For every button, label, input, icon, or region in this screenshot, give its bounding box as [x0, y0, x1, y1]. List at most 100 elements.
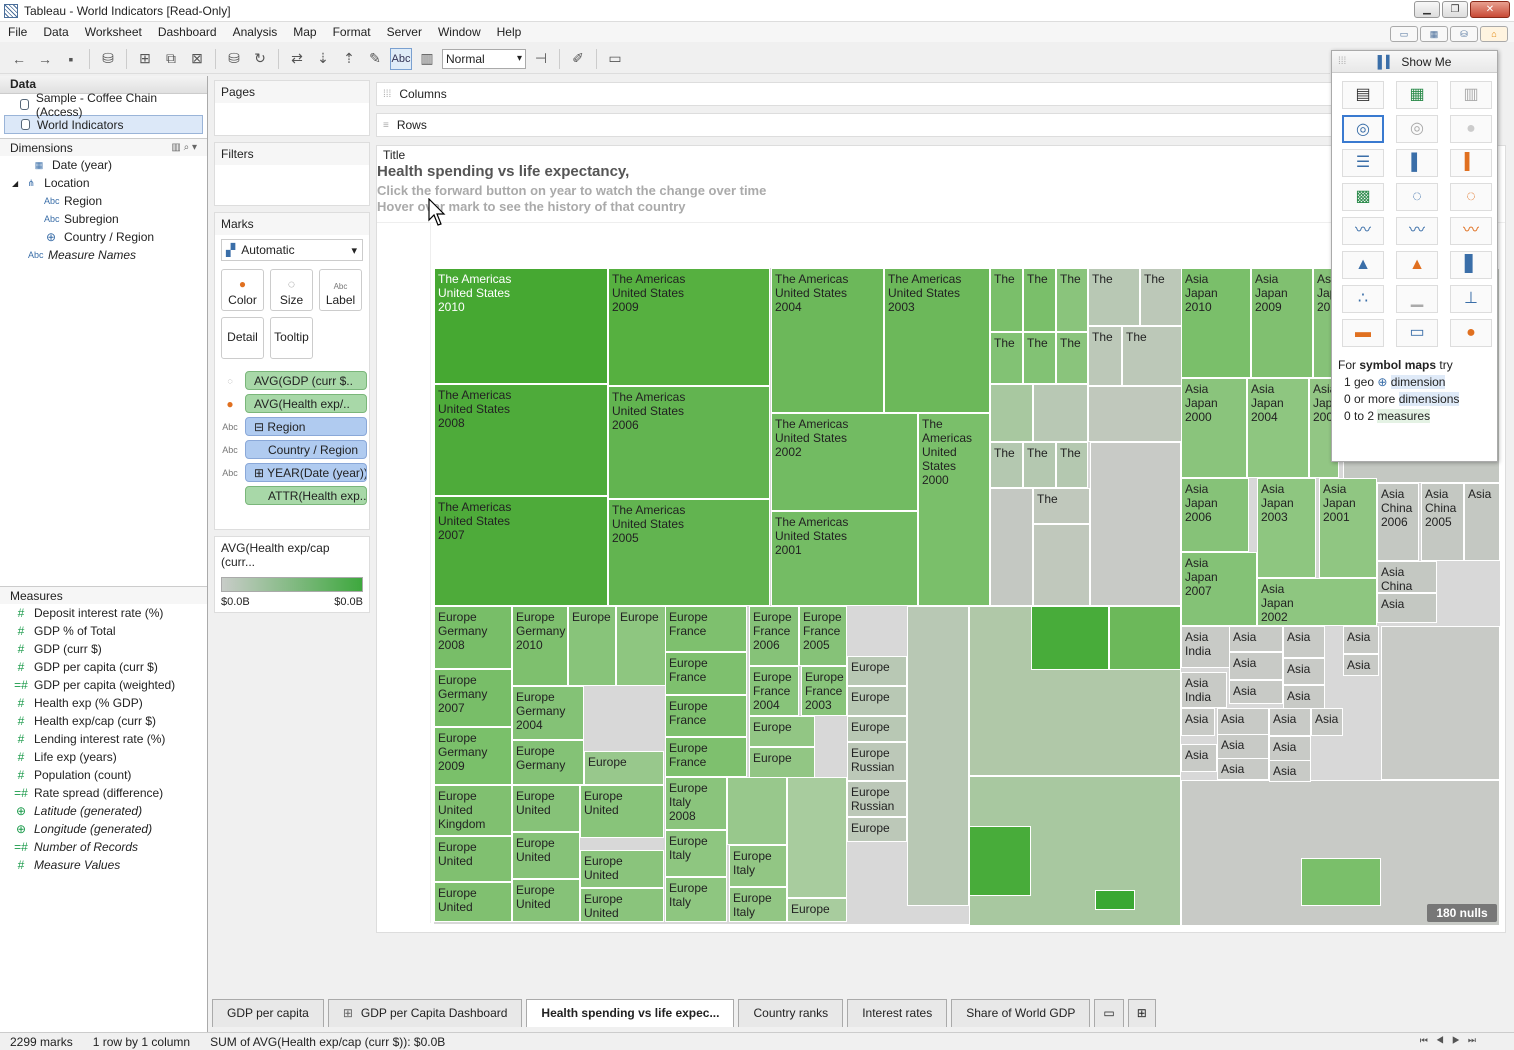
dimension-location[interactable]: ◢ ⋔ Location: [0, 174, 207, 192]
treemap-cell[interactable]: The: [1122, 326, 1182, 386]
treemap-cell[interactable]: Europe United: [512, 785, 580, 832]
treemap-cell[interactable]: The Americas United States 2007: [434, 496, 608, 606]
view-sheet-icon[interactable]: ▭: [1390, 26, 1418, 42]
view-start-icon[interactable]: ⌂: [1480, 26, 1508, 42]
treemap-cell[interactable]: Europe: [568, 606, 616, 686]
show-me-pie-chart-icon[interactable]: ●: [1450, 115, 1492, 143]
minimize-button[interactable]: ▁: [1414, 1, 1440, 18]
treemap-cell[interactable]: Asia: [1229, 652, 1283, 680]
pill-year[interactable]: ⊞ YEAR(Date (year)): [245, 463, 367, 482]
pill-region[interactable]: ⊟ Region: [245, 417, 367, 436]
pill-attr-health-exp[interactable]: ATTR(Health exp..: [245, 486, 367, 505]
menu-map[interactable]: Map: [285, 25, 324, 39]
treemap-cell[interactable]: Europe Germany 2007: [434, 669, 512, 727]
chart-options-icon[interactable]: ▥: [416, 48, 438, 70]
nulls-indicator[interactable]: 180 nulls: [1427, 904, 1497, 922]
treemap-cell[interactable]: Asia: [1283, 658, 1325, 685]
treemap-cell[interactable]: Europe Germany 2010: [512, 606, 568, 686]
view-sorter-icon[interactable]: ▦: [1420, 26, 1448, 42]
treemap-cell[interactable]: Europe Italy 2008: [665, 777, 727, 830]
treemap-cell[interactable]: Europe United: [512, 879, 580, 922]
menu-file[interactable]: File: [0, 25, 35, 39]
treemap-cell[interactable]: Europe: [847, 817, 907, 842]
treemap-cell[interactable]: Asia: [1343, 626, 1379, 654]
sort-ascending-icon[interactable]: ⇣: [312, 48, 334, 70]
view-data-icon[interactable]: ⛁: [1450, 26, 1478, 42]
auto-update-icon[interactable]: ⛁: [223, 48, 245, 70]
treemap-cell[interactable]: Europe United: [580, 888, 664, 922]
show-me-histogram-icon[interactable]: ▁: [1396, 285, 1438, 313]
measure-gdp-per-capita[interactable]: # GDP per capita (curr $): [0, 658, 207, 676]
filters-shelf[interactable]: Filters: [214, 142, 370, 206]
treemap-cell[interactable]: The Americas United States 2001: [771, 511, 918, 606]
treemap-cell[interactable]: The: [1023, 268, 1056, 332]
detail-button[interactable]: Detail: [221, 317, 264, 359]
treemap-cell[interactable]: The Americas United States 2000: [918, 413, 990, 606]
tab-interest-rates[interactable]: Interest rates: [847, 999, 948, 1027]
show-me-lines-continuous-icon[interactable]: 〰: [1342, 217, 1384, 245]
show-me-horizontal-bars-icon[interactable]: ☰: [1342, 149, 1384, 177]
menu-dashboard[interactable]: Dashboard: [150, 25, 225, 39]
treemap-cell[interactable]: Asia Japan 2010: [1181, 268, 1251, 378]
maximize-button[interactable]: ❐: [1442, 1, 1468, 18]
treemap-cell[interactable]: The Americas United States 2002: [771, 413, 918, 511]
measure-values[interactable]: # Measure Values: [0, 856, 207, 874]
show-me-box-whisker-icon[interactable]: ⊥: [1450, 285, 1492, 313]
treemap-cell[interactable]: Asia: [1283, 626, 1325, 658]
show-me-heat-map-icon[interactable]: ▦: [1396, 81, 1438, 109]
treemap-filler-block[interactable]: [787, 777, 847, 898]
treemap-cell[interactable]: Asia: [1269, 760, 1311, 782]
refresh-icon[interactable]: ↻: [249, 48, 271, 70]
treemap-cell[interactable]: Europe France: [665, 695, 747, 737]
duplicate-sheet-icon[interactable]: ⧉: [160, 48, 182, 70]
show-me-highlight-table-icon[interactable]: ▥: [1450, 81, 1492, 109]
new-dashboard-icon[interactable]: ⊞: [1127, 999, 1156, 1027]
measure-number-of-records[interactable]: =# Number of Records: [0, 838, 207, 856]
treemap-cell[interactable]: The Americas United States 2009: [608, 268, 770, 386]
treemap-cell[interactable]: Asia Japan 2009: [1251, 268, 1313, 378]
treemap-cell[interactable]: The: [1088, 268, 1140, 326]
treemap-cell[interactable]: Europe United: [580, 785, 664, 838]
treemap-cell[interactable]: Asia: [1283, 685, 1325, 709]
treemap-cell[interactable]: Asia: [1217, 758, 1269, 780]
measure-longitude[interactable]: ⊕ Longitude (generated): [0, 820, 207, 838]
tab-gdp-per-capita[interactable]: GDP per capita: [212, 999, 324, 1027]
color-button[interactable]: ● Color: [221, 269, 264, 311]
forward-icon[interactable]: →: [34, 48, 56, 70]
menu-help[interactable]: Help: [489, 25, 530, 39]
columns-shelf[interactable]: ⁞⁞⁞ Columns: [376, 82, 1336, 106]
treemap-cell[interactable]: Europe: [749, 747, 815, 778]
show-me-area-discrete-icon[interactable]: ▲: [1396, 251, 1438, 279]
new-sheet-icon[interactable]: ▭: [1094, 999, 1124, 1027]
show-me-filled-map-icon[interactable]: ◎: [1396, 115, 1438, 143]
measure-gdp-pct[interactable]: # GDP % of Total: [0, 622, 207, 640]
treemap-cell[interactable]: Asia Japan 2007: [1181, 552, 1257, 626]
treemap-cell[interactable]: Asia Japan 2000: [1181, 378, 1247, 478]
size-button[interactable]: ◌ Size: [270, 269, 313, 311]
tab-gdp-dashboard[interactable]: ⊞ GDP per Capita Dashboard: [327, 999, 523, 1027]
treemap-cell[interactable]: Europe: [749, 716, 815, 747]
treemap-cell[interactable]: Europe Italy: [665, 877, 727, 922]
treemap-filler-block[interactable]: [1090, 442, 1181, 606]
treemap-cell[interactable]: Asia: [1311, 708, 1343, 736]
dimension-country-region[interactable]: ⊕ Country / Region: [0, 228, 207, 246]
datasource-coffee-chain[interactable]: Sample - Coffee Chain (Access): [4, 91, 203, 119]
treemap-cell[interactable]: Europe France 2004: [749, 666, 799, 716]
show-me-header[interactable]: ⁞⁞⁞ ▌▍ Show Me: [1332, 51, 1497, 73]
measure-lending-interest[interactable]: # Lending interest rate (%): [0, 730, 207, 748]
tab-share-world-gdp[interactable]: Share of World GDP: [951, 999, 1091, 1027]
collapse-icon[interactable]: ◢: [12, 179, 18, 188]
fix-axes-icon[interactable]: ⊣: [530, 48, 552, 70]
show-me-packed-bubbles-icon[interactable]: ●: [1450, 319, 1492, 347]
treemap-cell[interactable]: The: [990, 268, 1023, 332]
treemap-cell[interactable]: Europe United: [512, 832, 580, 879]
rows-shelf[interactable]: ≡ Rows: [376, 113, 1336, 137]
treemap-filler-block[interactable]: [1033, 384, 1088, 442]
treemap-filler-block[interactable]: [990, 488, 1033, 606]
treemap-cell[interactable]: Europe France 2006: [749, 606, 799, 666]
measure-health-exp-cap[interactable]: # Health exp/cap (curr $): [0, 712, 207, 730]
treemap-cell[interactable]: Asia Japan 2001: [1319, 478, 1377, 578]
treemap-cell[interactable]: Europe France: [665, 652, 747, 695]
presentation-icon[interactable]: ▭: [604, 48, 626, 70]
treemap-cell[interactable]: Europe: [847, 686, 907, 716]
